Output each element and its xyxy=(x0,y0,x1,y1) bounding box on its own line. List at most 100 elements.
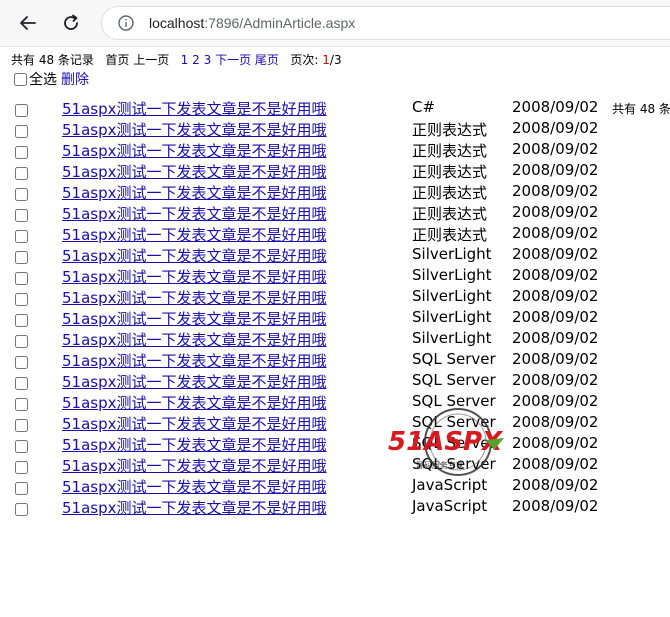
reload-icon xyxy=(64,14,78,30)
article-title-link[interactable]: 51aspx测试一下发表文章是不是好用哦 xyxy=(62,245,327,266)
row-checkbox[interactable] xyxy=(15,167,28,180)
article-title-link[interactable]: 51aspx测试一下发表文章是不是好用哦 xyxy=(62,119,327,140)
article-category: SQL Server xyxy=(412,455,496,473)
row-checkbox[interactable] xyxy=(15,398,28,411)
article-category: 正则表达式 xyxy=(412,205,488,223)
article-title-link[interactable]: 51aspx测试一下发表文章是不是好用哦 xyxy=(62,182,327,203)
article-date: 2008/09/02 xyxy=(512,392,599,410)
article-title-link[interactable]: 51aspx测试一下发表文章是不是好用哦 xyxy=(62,350,327,371)
article-date: 2008/09/02 xyxy=(512,224,599,242)
article-title-link[interactable]: 51aspx测试一下发表文章是不是好用哦 xyxy=(62,392,327,413)
article-date: 2008/09/02 xyxy=(512,203,599,221)
page-link-3[interactable]: 3 xyxy=(204,53,212,67)
article-date: 2008/09/02 xyxy=(512,119,599,137)
table-row: 51aspx测试一下发表文章是不是好用哦 JavaScript 2008/09/02 xyxy=(0,497,670,529)
pages-label: 页次: xyxy=(290,53,319,67)
select-all-bar: 全选 删除 xyxy=(14,69,89,89)
article-category: SilverLight xyxy=(412,329,492,347)
article-date: 2008/09/02 xyxy=(512,287,599,305)
delete-link[interactable]: 删除 xyxy=(61,69,89,89)
row-checkbox[interactable] xyxy=(15,461,28,474)
article-date: 2008/09/02 xyxy=(512,455,599,473)
row-checkbox[interactable] xyxy=(15,272,28,285)
article-category: SQL Server xyxy=(412,371,496,389)
article-title-link[interactable]: 51aspx测试一下发表文章是不是好用哦 xyxy=(62,329,327,350)
article-category: SQL Server xyxy=(412,413,496,431)
row-checkbox[interactable] xyxy=(15,230,28,243)
row-checkbox[interactable] xyxy=(15,419,28,432)
total-pages: 3 xyxy=(333,53,342,67)
row-checkbox[interactable] xyxy=(15,188,28,201)
article-date: 2008/09/02 xyxy=(512,140,599,158)
article-category: 正则表达式 xyxy=(412,184,488,202)
row-checkbox[interactable] xyxy=(15,251,28,264)
article-category: JavaScript xyxy=(412,476,488,494)
article-date: 2008/09/02 xyxy=(512,329,599,347)
row-checkbox[interactable] xyxy=(15,377,28,390)
address-bar[interactable]: localhost:7896/AdminArticle.aspx xyxy=(101,6,670,40)
article-title-link[interactable]: 51aspx测试一下发表文章是不是好用哦 xyxy=(62,287,327,308)
article-category: 正则表达式 xyxy=(412,163,488,181)
row-checkbox[interactable] xyxy=(15,314,28,327)
article-category: SQL Server xyxy=(412,350,496,368)
url-host: localhost xyxy=(149,15,205,31)
row-checkbox[interactable] xyxy=(15,440,28,453)
article-category: SilverLight xyxy=(412,308,492,326)
prev-page-link[interactable]: 上一页 xyxy=(133,53,169,67)
article-category: SilverLight xyxy=(412,287,492,305)
article-title-link[interactable]: 51aspx测试一下发表文章是不是好用哦 xyxy=(62,161,327,182)
info-icon[interactable] xyxy=(118,15,134,31)
article-title-link[interactable]: 51aspx测试一下发表文章是不是好用哦 xyxy=(62,140,327,161)
article-date: 2008/09/02 xyxy=(512,182,599,200)
article-category: SQL Server xyxy=(412,434,496,452)
row-checkbox[interactable] xyxy=(15,356,28,369)
article-title-link[interactable]: 51aspx测试一下发表文章是不是好用哦 xyxy=(62,497,327,518)
article-date: 2008/09/02 xyxy=(512,245,599,263)
article-date: 2008/09/02 xyxy=(512,161,599,179)
article-date: 2008/09/02 xyxy=(512,98,599,116)
article-title-link[interactable]: 51aspx测试一下发表文章是不是好用哦 xyxy=(62,371,327,392)
article-title-link[interactable]: 51aspx测试一下发表文章是不是好用哦 xyxy=(62,434,327,455)
article-date: 2008/09/02 xyxy=(512,497,599,515)
article-title-link[interactable]: 51aspx测试一下发表文章是不是好用哦 xyxy=(62,203,327,224)
article-title-link[interactable]: 51aspx测试一下发表文章是不是好用哦 xyxy=(62,455,327,476)
article-title-link[interactable]: 51aspx测试一下发表文章是不是好用哦 xyxy=(62,476,327,497)
article-title-link[interactable]: 51aspx测试一下发表文章是不是好用哦 xyxy=(62,308,327,329)
article-title-link[interactable]: 51aspx测试一下发表文章是不是好用哦 xyxy=(62,266,327,287)
nested-record-count: 共有 48 条 xyxy=(612,102,670,116)
back-arrow-icon xyxy=(20,16,36,30)
article-date: 2008/09/02 xyxy=(512,266,599,284)
article-category: SQL Server xyxy=(412,392,496,410)
row-checkbox[interactable] xyxy=(15,146,28,159)
article-category: C# xyxy=(412,98,436,116)
row-checkbox[interactable] xyxy=(15,335,28,348)
row-checkbox[interactable] xyxy=(15,104,28,117)
row-checkbox[interactable] xyxy=(15,482,28,495)
last-page-link[interactable]: 尾页 xyxy=(255,53,279,67)
article-category: 正则表达式 xyxy=(412,142,488,160)
next-page-link[interactable]: 下一页 xyxy=(215,53,251,67)
article-title-link[interactable]: 51aspx测试一下发表文章是不是好用哦 xyxy=(62,224,327,245)
article-category: SilverLight xyxy=(412,266,492,284)
browser-toolbar: localhost:7896/AdminArticle.aspx xyxy=(0,0,670,47)
article-title-link[interactable]: 51aspx测试一下发表文章是不是好用哦 xyxy=(62,98,327,119)
row-checkbox[interactable] xyxy=(15,209,28,222)
article-date: 2008/09/02 xyxy=(512,308,599,326)
current-page: 1 xyxy=(322,53,330,67)
total-records: 共有 48 条记录 xyxy=(11,53,94,67)
page-link-1[interactable]: 1 xyxy=(181,53,189,67)
url-text[interactable]: localhost:7896/AdminArticle.aspx xyxy=(149,15,355,31)
first-page-link[interactable]: 首页 xyxy=(105,53,129,67)
article-category: 正则表达式 xyxy=(412,121,488,139)
article-title-link[interactable]: 51aspx测试一下发表文章是不是好用哦 xyxy=(62,413,327,434)
back-button[interactable] xyxy=(13,8,43,38)
reload-button[interactable] xyxy=(56,8,86,38)
row-checkbox[interactable] xyxy=(15,293,28,306)
row-checkbox[interactable] xyxy=(15,503,28,516)
select-all-checkbox[interactable] xyxy=(14,72,27,86)
article-category: SilverLight xyxy=(412,245,492,263)
row-checkbox[interactable] xyxy=(15,125,28,138)
page-link-2[interactable]: 2 xyxy=(192,53,200,67)
pager: 共有 48 条记录 首页 上一页 1 2 3 下一页 尾页 页次: 1/3 xyxy=(11,51,342,68)
article-category: JavaScript xyxy=(412,497,488,515)
